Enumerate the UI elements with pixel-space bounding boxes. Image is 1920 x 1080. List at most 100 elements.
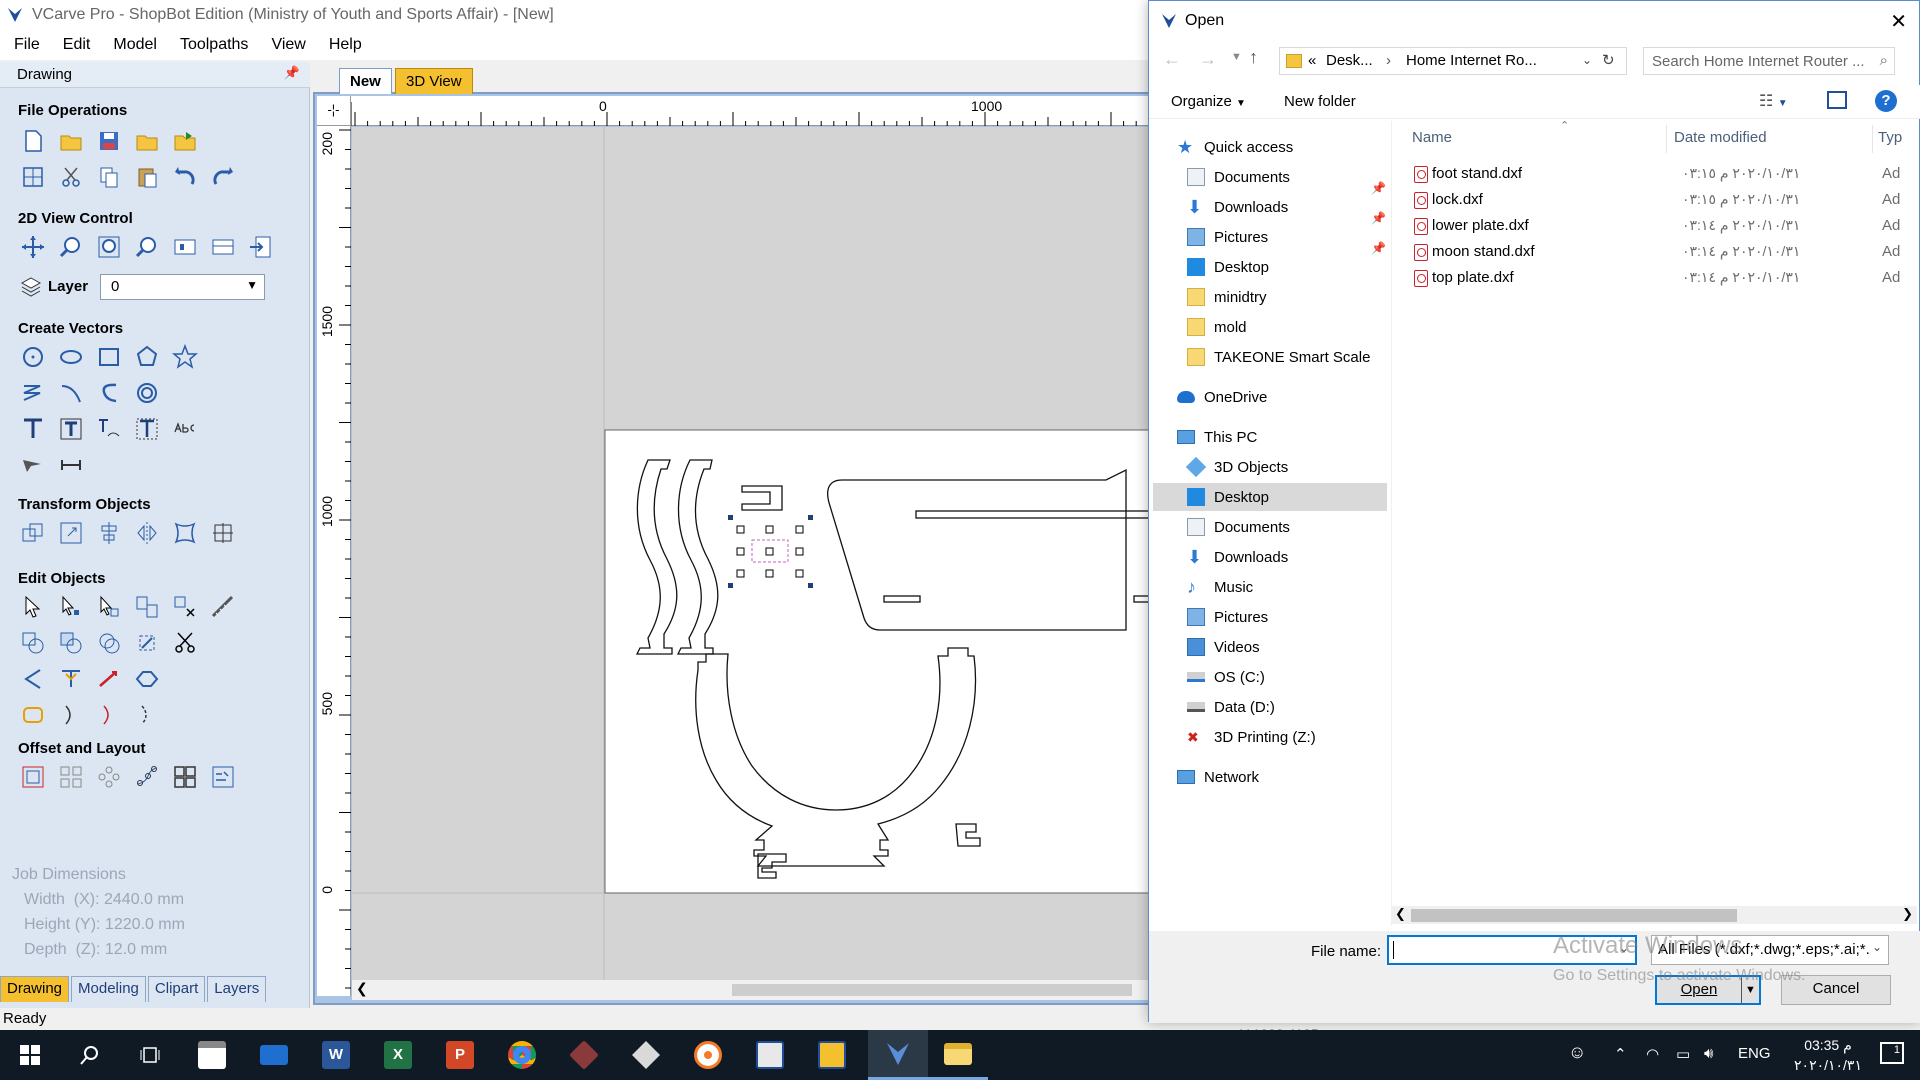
battery-icon[interactable]: ▭ bbox=[1676, 1045, 1690, 1063]
file-row[interactable]: foot stand.dxf ٢٠٢٠/١٠/٣١ م ٠٣:١٥ Ad bbox=[1392, 161, 1918, 187]
chamfer-icon[interactable] bbox=[56, 664, 86, 694]
draw-rectangle-icon[interactable] bbox=[94, 342, 124, 372]
scroll-left-icon[interactable]: ❮ bbox=[356, 980, 368, 997]
auto-layout-text-icon[interactable] bbox=[56, 414, 86, 444]
view-toggle-icon[interactable] bbox=[170, 232, 200, 262]
canvas-horizontal-scrollbar[interactable]: ❮ bbox=[352, 980, 1150, 1000]
drawing-canvas[interactable] bbox=[352, 127, 1150, 984]
help-icon[interactable]: ? bbox=[1875, 90, 1897, 112]
array-copy-icon[interactable] bbox=[56, 762, 86, 792]
nav-qa-mold[interactable]: mold bbox=[1187, 313, 1247, 341]
interactive-select-icon[interactable] bbox=[132, 592, 162, 622]
text-on-curve-icon[interactable] bbox=[94, 414, 124, 444]
notification-icon[interactable]: 1 bbox=[1880, 1042, 1904, 1064]
taskbar-cut2d[interactable] bbox=[802, 1030, 862, 1080]
node-edit-icon[interactable] bbox=[56, 592, 86, 622]
draw-line-icon[interactable] bbox=[18, 378, 48, 408]
search-input[interactable]: Search Home Internet Router ... ⌕ bbox=[1643, 47, 1895, 75]
nav-qa-downloads[interactable]: ⬇ Downloads bbox=[1187, 193, 1288, 221]
tab-drawing[interactable]: Drawing bbox=[0, 976, 70, 1002]
language-indicator[interactable]: ENG bbox=[1738, 1045, 1771, 1062]
text-arc-icon[interactable] bbox=[132, 414, 162, 444]
offset-icon[interactable] bbox=[18, 762, 48, 792]
column-date-modified[interactable]: Date modified bbox=[1674, 129, 1767, 146]
fillet-icon[interactable] bbox=[18, 664, 48, 694]
trim-icon[interactable] bbox=[132, 628, 162, 658]
people-icon[interactable]: ☺ bbox=[1568, 1042, 1586, 1063]
scale-icon[interactable] bbox=[56, 518, 86, 548]
file-row[interactable]: lock.dxf ٢٠٢٠/١٠/٣١ م ٠٣:١٥ Ad bbox=[1392, 187, 1918, 213]
chevron-down-icon[interactable]: ⌄ bbox=[1582, 53, 1592, 67]
select-all-icon[interactable] bbox=[170, 592, 200, 622]
menu-view[interactable]: View bbox=[257, 36, 314, 54]
redo-icon[interactable] bbox=[208, 162, 238, 192]
taskbar-cad-app[interactable] bbox=[616, 1030, 676, 1080]
wifi-icon[interactable]: ◠ bbox=[1646, 1045, 1659, 1063]
nav-qa-desktop[interactable]: Desktop bbox=[1187, 253, 1269, 281]
zoom-extents-icon[interactable] bbox=[94, 232, 124, 262]
paste-icon[interactable] bbox=[132, 162, 162, 192]
tab-clipart[interactable]: Clipart bbox=[147, 976, 206, 1002]
chevron-down-icon[interactable]: ⌄ bbox=[1619, 941, 1629, 955]
file-row[interactable]: top plate.dxf ٢٠٢٠/١٠/٣١ م ٠٣:١٤ Ad bbox=[1392, 265, 1918, 291]
file-row[interactable]: moon stand.dxf ٢٠٢٠/١٠/٣١ م ٠٣:١٤ Ad bbox=[1392, 239, 1918, 265]
nav-network[interactable]: Network bbox=[1177, 763, 1259, 791]
draw-curve-icon[interactable] bbox=[94, 378, 124, 408]
tab-new[interactable]: New bbox=[339, 68, 392, 94]
draw-arc-icon[interactable] bbox=[56, 378, 86, 408]
cut-icon[interactable] bbox=[56, 162, 86, 192]
taskbar-chrome[interactable] bbox=[492, 1030, 552, 1080]
taskbar-excel[interactable]: X bbox=[368, 1030, 428, 1080]
refresh-icon[interactable]: ↻ bbox=[1602, 51, 1615, 69]
nav-3d-objects[interactable]: 3D Objects bbox=[1185, 453, 1288, 481]
extend-icon[interactable] bbox=[94, 664, 124, 694]
column-type[interactable]: Typ bbox=[1878, 129, 1902, 146]
job-setup-icon[interactable] bbox=[18, 162, 48, 192]
address-bar[interactable]: « Desk... › Home Internet Ro... ⌄ ↻ bbox=[1279, 47, 1627, 75]
menu-toolpaths[interactable]: Toolpaths bbox=[166, 36, 258, 54]
draw-spiral-icon[interactable] bbox=[132, 378, 162, 408]
start-button[interactable] bbox=[0, 1030, 60, 1080]
abc-text-icon[interactable] bbox=[170, 414, 200, 444]
nav-qa-takeone[interactable]: TAKEONE Smart Scale bbox=[1187, 343, 1370, 371]
nav-onedrive[interactable]: OneDrive bbox=[1177, 383, 1267, 411]
nav-documents[interactable]: Documents bbox=[1187, 513, 1290, 541]
nav-desktop-selected[interactable]: Desktop bbox=[1153, 483, 1387, 511]
open-split-dropdown-icon[interactable]: ▼ bbox=[1741, 977, 1759, 1003]
nav-music[interactable]: ♪ Music bbox=[1187, 573, 1253, 601]
measure-icon[interactable] bbox=[208, 592, 238, 622]
select-icon[interactable] bbox=[18, 592, 48, 622]
search-button[interactable] bbox=[60, 1030, 120, 1080]
circular-array-icon[interactable] bbox=[94, 762, 124, 792]
menu-edit[interactable]: Edit bbox=[49, 36, 100, 54]
draw-polygon-icon[interactable] bbox=[132, 342, 162, 372]
back-arrow-icon[interactable]: ← bbox=[1163, 49, 1181, 70]
file-row[interactable]: lower plate.dxf ٢٠٢٠/١٠/٣١ م ٠٣:١٤ Ad bbox=[1392, 213, 1918, 239]
scroll-left-icon[interactable]: ❮ bbox=[1395, 906, 1406, 922]
nav-qa-documents[interactable]: Documents bbox=[1187, 163, 1290, 191]
nav-drive-d[interactable]: Data (D:) bbox=[1187, 693, 1275, 721]
menu-file[interactable]: File bbox=[0, 36, 49, 54]
nav-quick-access[interactable]: ★ Quick access bbox=[1177, 133, 1293, 161]
breadcrumb-folder[interactable]: Home Internet Ro... bbox=[1406, 52, 1537, 69]
tab-modeling[interactable]: Modeling bbox=[71, 976, 146, 1002]
smooth-icon[interactable] bbox=[94, 700, 124, 730]
pan-icon[interactable] bbox=[18, 232, 48, 262]
align-icon[interactable] bbox=[94, 518, 124, 548]
pin-icon[interactable]: 📌 bbox=[284, 65, 300, 81]
intersect-icon[interactable] bbox=[94, 628, 124, 658]
mirror-icon[interactable] bbox=[132, 518, 162, 548]
nav-qa-pictures[interactable]: Pictures bbox=[1187, 223, 1268, 251]
close-icon[interactable]: ✕ bbox=[1890, 9, 1907, 34]
column-name[interactable]: Name bbox=[1412, 129, 1452, 146]
nav-drive-z[interactable]: ✖ 3D Printing (Z:) bbox=[1187, 723, 1316, 751]
nav-qa-minidtry[interactable]: minidtry bbox=[1187, 283, 1267, 311]
weld-icon[interactable] bbox=[18, 628, 48, 658]
tray-chevron-up-icon[interactable]: ⌃ bbox=[1614, 1045, 1627, 1063]
draw-star-icon[interactable] bbox=[170, 342, 200, 372]
transform-select-icon[interactable] bbox=[94, 592, 124, 622]
recent-chevron-icon[interactable]: ▼ bbox=[1231, 51, 1242, 63]
nav-this-pc[interactable]: This PC bbox=[1177, 423, 1257, 451]
nav-downloads[interactable]: ⬇ Downloads bbox=[1187, 543, 1288, 571]
nav-drive-c[interactable]: OS (C:) bbox=[1187, 663, 1265, 691]
